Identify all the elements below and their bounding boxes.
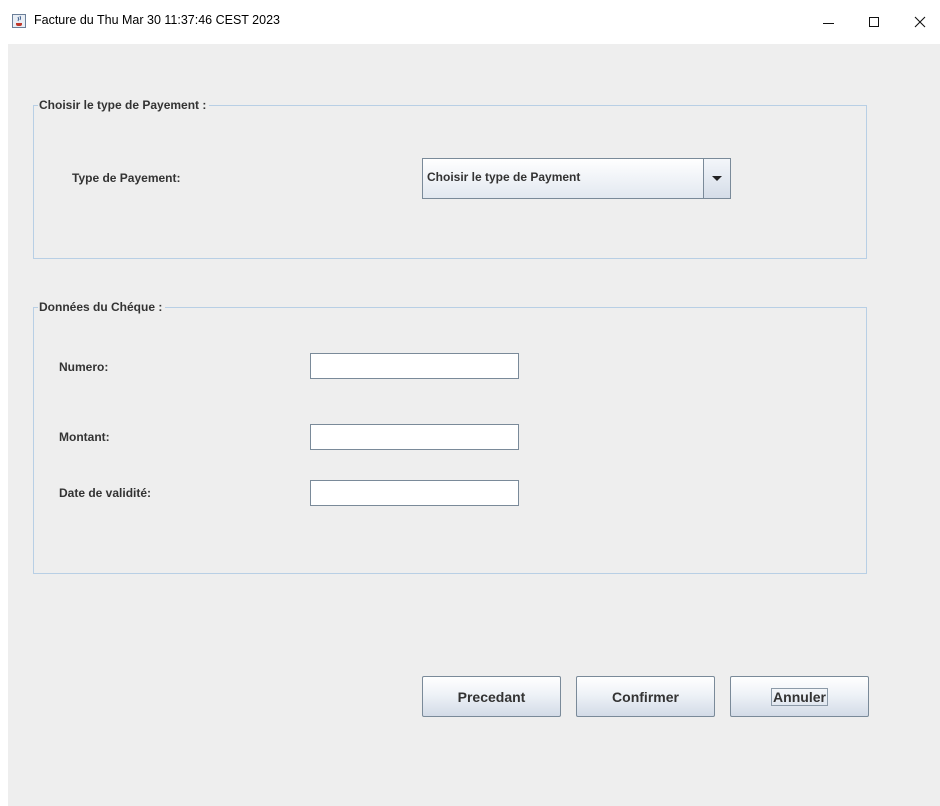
cancel-button-label: Annuler [771, 687, 828, 706]
cancel-button[interactable]: Annuler [730, 676, 869, 717]
maximize-icon [869, 17, 879, 27]
cheque-data-group-legend: Données du Chéque : [39, 300, 163, 314]
payment-type-combobox-value: Choisir le type de Payment [427, 170, 581, 184]
window-title: Facture du Thu Mar 30 11:37:46 CEST 2023 [34, 13, 280, 27]
confirm-button[interactable]: Confirmer [576, 676, 715, 717]
numero-label: Numero: [59, 360, 109, 374]
montant-label: Montant: [59, 430, 110, 444]
minimize-button[interactable] [805, 0, 851, 44]
dialog-content: Choisir le type de Payement : Type de Pa… [8, 44, 940, 806]
maximize-button[interactable] [851, 0, 897, 44]
payment-type-combobox[interactable]: Choisir le type de Payment [422, 158, 731, 199]
payment-type-label: Type de Payement: [72, 171, 181, 185]
payment-type-group-legend: Choisir le type de Payement : [39, 98, 207, 112]
close-button[interactable] [897, 0, 940, 44]
title-bar[interactable]: Facture du Thu Mar 30 11:37:46 CEST 2023 [0, 0, 940, 44]
numero-field[interactable] [310, 353, 519, 379]
date-validite-label: Date de validité: [59, 486, 152, 500]
chevron-down-icon [712, 176, 722, 181]
combobox-arrow-button[interactable] [703, 159, 730, 198]
close-icon [914, 16, 926, 28]
montant-field[interactable] [310, 424, 519, 450]
minimize-icon [822, 22, 834, 24]
java-coffee-icon [12, 14, 26, 28]
date-validite-field[interactable] [310, 480, 519, 506]
previous-button[interactable]: Precedant [422, 676, 561, 717]
